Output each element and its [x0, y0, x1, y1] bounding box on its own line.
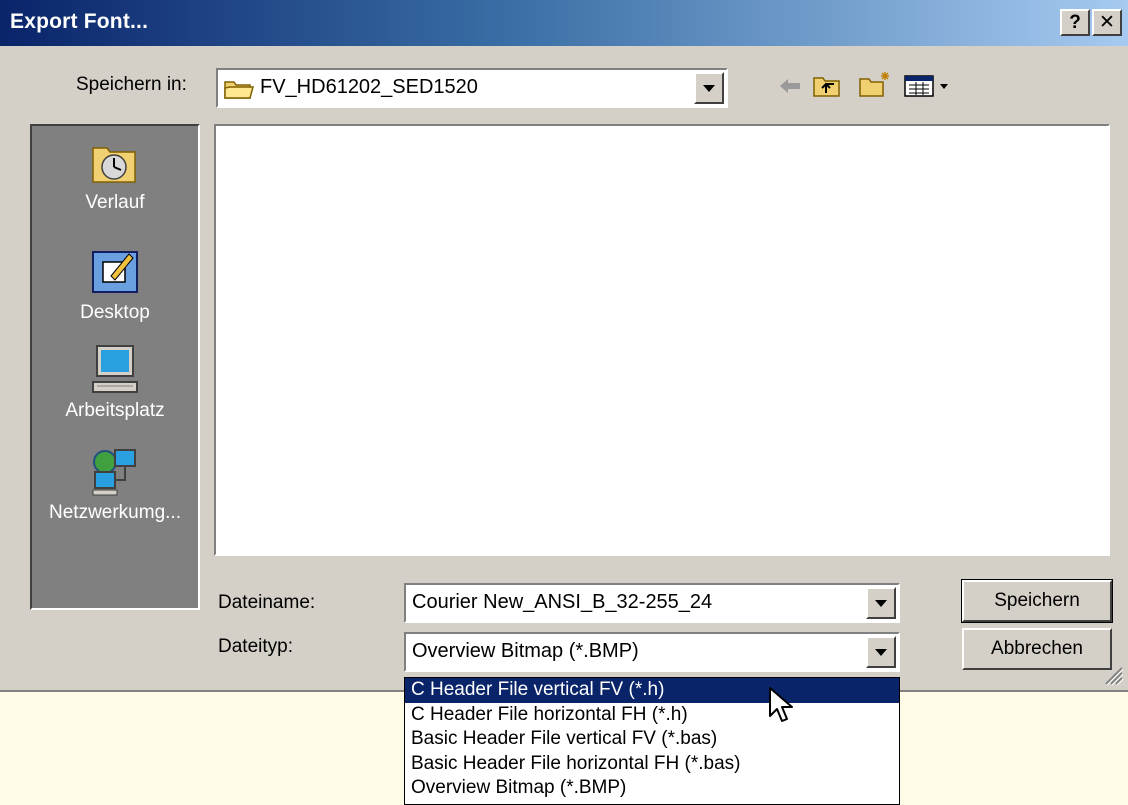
chevron-down-icon — [875, 599, 887, 607]
save-in-value: FV_HD61202_SED1520 — [260, 76, 478, 98]
filename-label: Dateiname: — [218, 592, 316, 613]
filetype-option[interactable]: Overview Bitmap (*.BMP) — [405, 776, 899, 801]
title-bar[interactable]: Export Font... ? ✕ — [0, 0, 1128, 46]
filetype-dropdown-button[interactable] — [866, 636, 896, 668]
filename-dropdown-button[interactable] — [866, 587, 896, 619]
place-my-computer[interactable]: Arbeitsplatz — [32, 344, 198, 422]
folder-icon — [224, 78, 254, 105]
filetype-options-list[interactable]: C Header File vertical FV (*.h) C Header… — [404, 677, 900, 805]
filetype-option[interactable]: C Header File horizontal FH (*.h) — [405, 703, 899, 728]
filetype-value: Overview Bitmap (*.BMP) — [412, 640, 639, 662]
close-button[interactable]: ✕ — [1092, 9, 1122, 36]
place-label: Verlauf — [85, 192, 145, 213]
history-icon — [89, 136, 141, 188]
resize-grip-icon[interactable] — [1102, 664, 1124, 686]
place-desktop[interactable]: Desktop — [32, 246, 198, 324]
back-arrow-icon[interactable] — [778, 76, 804, 101]
view-menu-icon[interactable] — [904, 74, 952, 103]
export-font-dialog: Export Font... ? ✕ Speichern in: FV_HD61… — [0, 0, 1128, 692]
filetype-label: Dateityp: — [218, 636, 293, 657]
dialog-title: Export Font... — [10, 10, 149, 33]
filetype-option[interactable]: C Header File vertical FV (*.h) — [405, 678, 899, 703]
save-in-label: Speichern in: — [76, 74, 187, 95]
chevron-down-icon — [703, 84, 715, 92]
filetype-combo[interactable]: Overview Bitmap (*.BMP) — [404, 632, 900, 672]
save-in-dropdown-button[interactable] — [694, 72, 724, 104]
places-bar: Verlauf Desktop Arbeitsplatz Netzwerkumg… — [30, 124, 200, 610]
chevron-down-icon — [875, 648, 887, 656]
save-in-combo[interactable]: FV_HD61202_SED1520 — [216, 68, 728, 108]
filename-input[interactable]: Courier New_ANSI_B_32-255_24 — [412, 591, 712, 614]
place-label: Desktop — [80, 302, 150, 323]
place-label: Arbeitsplatz — [65, 400, 165, 421]
save-button[interactable]: Speichern — [961, 579, 1113, 623]
cancel-button[interactable]: Abbrechen — [962, 628, 1112, 670]
new-folder-icon[interactable] — [858, 70, 892, 103]
place-history[interactable]: Verlauf — [32, 136, 198, 214]
network-icon — [89, 446, 141, 498]
filename-combo[interactable]: Courier New_ANSI_B_32-255_24 — [404, 583, 900, 623]
my-computer-icon — [89, 344, 141, 396]
place-network[interactable]: Netzwerkumg... — [32, 446, 198, 524]
up-folder-icon[interactable] — [812, 72, 842, 103]
file-list[interactable] — [214, 124, 1110, 556]
mouse-cursor-icon — [768, 686, 800, 731]
help-button[interactable]: ? — [1060, 9, 1090, 36]
place-label: Netzwerkumg... — [49, 502, 181, 523]
filetype-option[interactable]: Basic Header File horizontal FH (*.bas) — [405, 752, 899, 777]
filetype-option[interactable]: Basic Header File vertical FV (*.bas) — [405, 727, 899, 752]
desktop-icon — [89, 246, 141, 298]
